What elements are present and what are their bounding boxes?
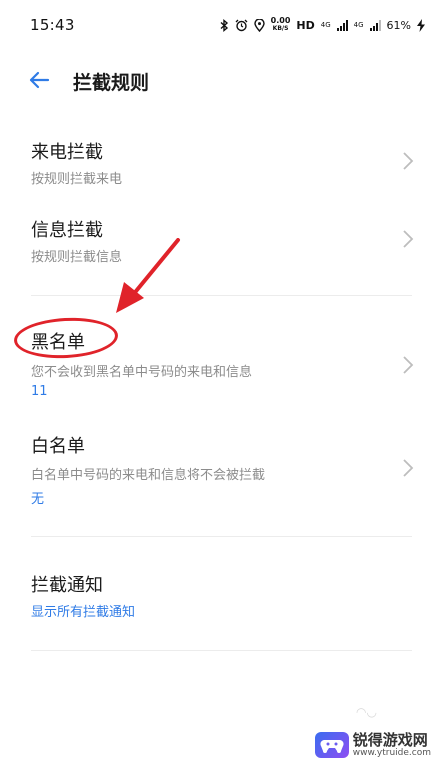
page-title: 拦截规则 (73, 72, 150, 94)
row-title: 白名单 (31, 436, 85, 457)
divider (31, 536, 412, 537)
chevron-right-icon (403, 459, 414, 477)
gamepad-logo-icon (314, 732, 349, 758)
header: 拦截规则 (0, 55, 439, 107)
whitelist-item[interactable]: 白名单 白名单中号码的来电和信息将不会被拦截 无 (0, 420, 439, 510)
status-time: 15:43 (30, 16, 75, 34)
status-bar: 15:43 0.00 KB/S HD 4G 4G 61% (0, 0, 439, 50)
row-title: 来电拦截 (31, 142, 103, 163)
row-subtitle: 您不会收到黑名单中号码的来电和信息 (31, 365, 253, 380)
watermark-name: 锐得游戏网 (352, 731, 428, 749)
faint-mark-icon: ◠◡ (356, 705, 377, 719)
location-icon (253, 18, 265, 32)
chevron-right-icon (403, 356, 414, 374)
alarm-icon (235, 19, 248, 31)
block-notification-item[interactable]: 拦截通知 显示所有拦截通知 (0, 558, 439, 633)
chevron-right-icon (403, 152, 414, 170)
signal-icon-2 (369, 19, 381, 31)
message-block-item[interactable]: 信息拦截 按规则拦截信息 (0, 203, 439, 278)
hd-badge: HD (296, 18, 315, 32)
watermark: 锐得游戏网 www.ytruide.com (314, 731, 431, 758)
charging-icon (417, 18, 425, 32)
network-type-2: 4G (353, 21, 364, 29)
whitelist-value: 无 (31, 492, 45, 507)
row-subtitle: 按规则拦截信息 (31, 250, 123, 265)
divider (31, 650, 412, 651)
signal-icon (336, 19, 348, 31)
row-title: 拦截通知 (31, 575, 103, 596)
row-title: 信息拦截 (31, 220, 103, 241)
annotation-arrow-icon (116, 238, 180, 313)
net-speed: 0.00 KB/S (270, 16, 291, 33)
status-icons: 0.00 KB/S HD 4G 4G 61% (220, 17, 425, 33)
blacklist-count: 11 (31, 384, 48, 399)
network-type-1: 4G (320, 21, 331, 29)
back-button[interactable] (26, 67, 52, 93)
row-subtitle: 白名单中号码的来电和信息将不会被拦截 (31, 468, 266, 483)
divider (31, 295, 412, 296)
block-notification-value: 显示所有拦截通知 (31, 605, 136, 620)
chevron-right-icon (403, 230, 414, 248)
watermark-url: www.ytruide.com (352, 748, 431, 758)
row-subtitle: 按规则拦截来电 (31, 172, 123, 187)
incoming-call-block-item[interactable]: 来电拦截 按规则拦截来电 (0, 125, 439, 200)
battery-percent: 61% (386, 18, 411, 32)
back-arrow-icon (29, 71, 50, 89)
bluetooth-icon (220, 18, 228, 32)
